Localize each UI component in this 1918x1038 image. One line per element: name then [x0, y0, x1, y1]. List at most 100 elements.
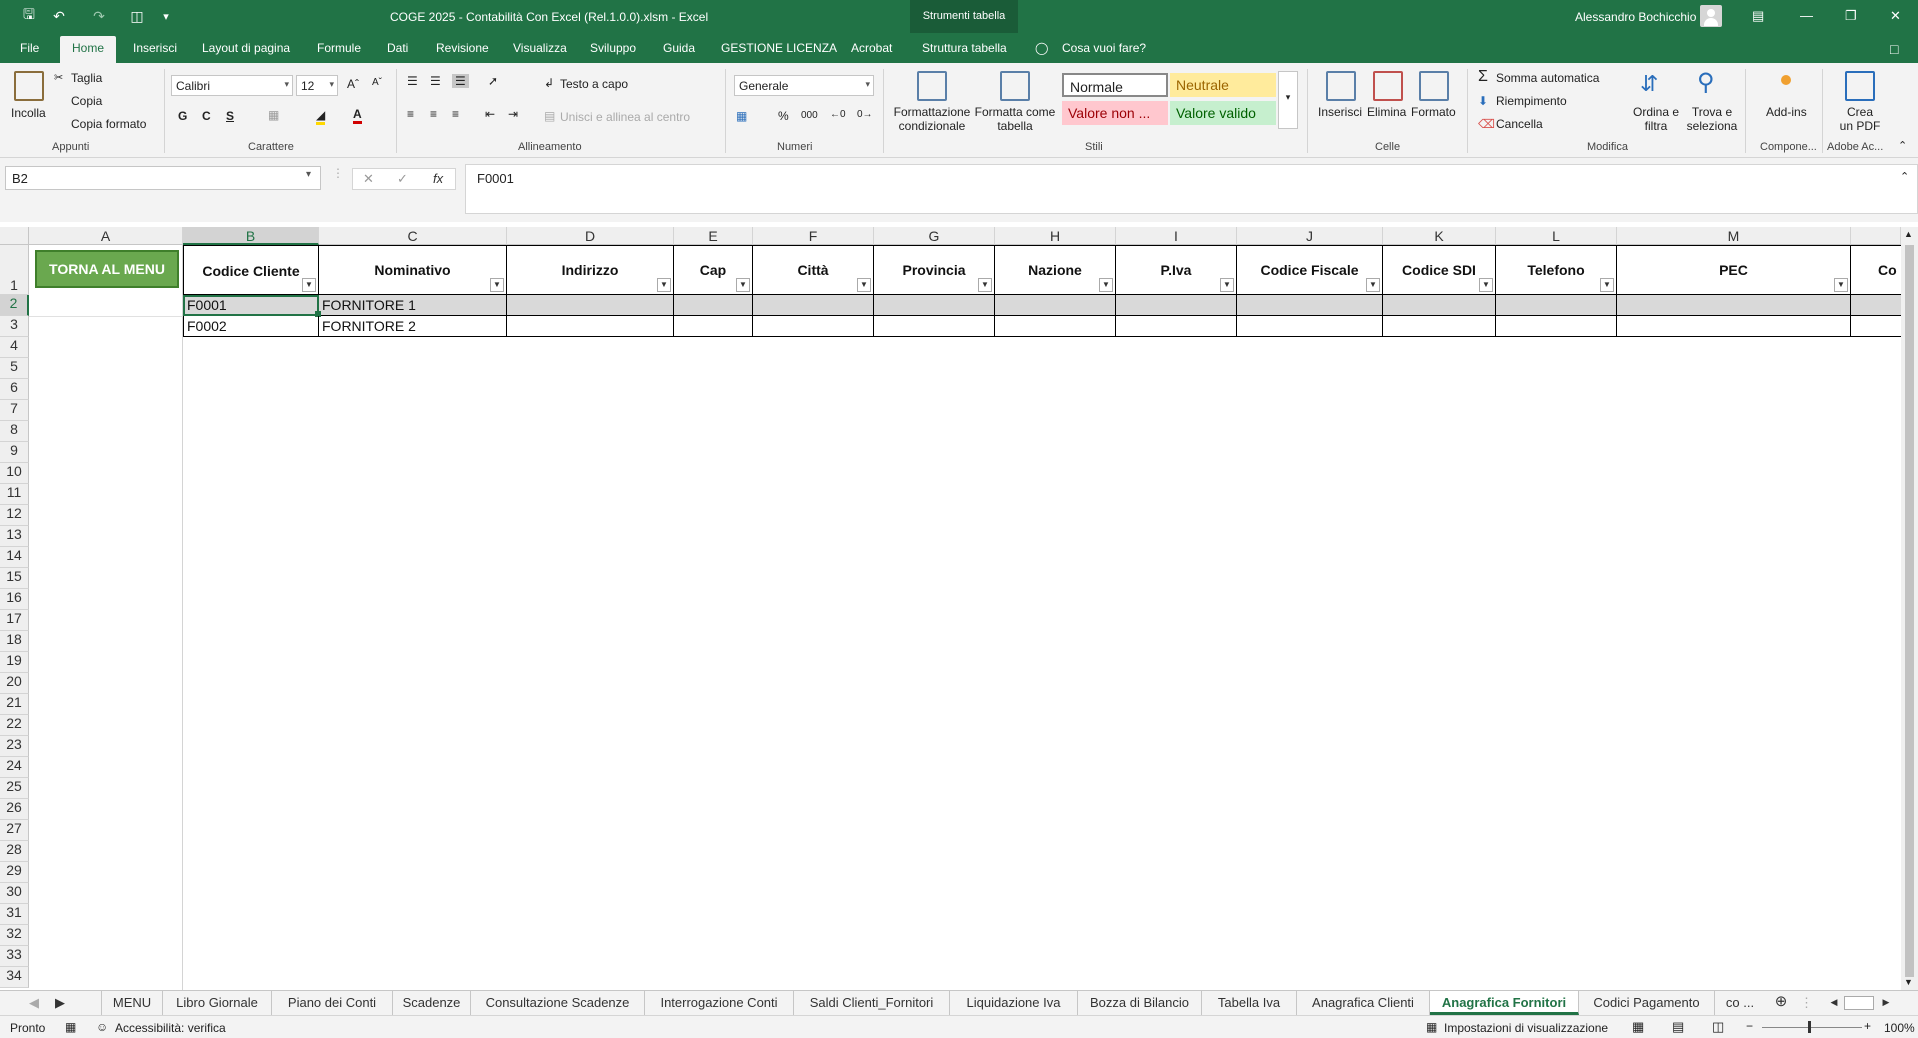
cell[interactable]	[874, 316, 995, 337]
decrease-indent-icon[interactable]: ⇤	[485, 107, 495, 121]
sheet-tab-active[interactable]: Anagrafica Fornitori	[1430, 991, 1579, 1015]
table-header-codice-cliente[interactable]: Codice Cliente ▼	[183, 245, 319, 295]
cell[interactable]	[1617, 316, 1851, 337]
row-header[interactable]: 29	[0, 862, 29, 883]
row-header[interactable]: 10	[0, 463, 29, 484]
row-header[interactable]: 27	[0, 820, 29, 841]
restore-icon[interactable]: ❐	[1845, 8, 1857, 24]
column-header-c[interactable]: C	[319, 227, 507, 245]
user-name[interactable]: Alessandro Bochicchio	[1575, 10, 1696, 24]
cell-b2[interactable]: F0001	[183, 295, 319, 316]
scroll-up-icon[interactable]: ▲	[1904, 229, 1913, 239]
filter-dropdown-icon[interactable]: ▼	[302, 278, 316, 292]
table-header-piva[interactable]: P.Iva ▼	[1116, 245, 1237, 295]
cell[interactable]	[1237, 295, 1383, 316]
sheet-tab[interactable]: Scadenze	[393, 991, 471, 1015]
currency-icon[interactable]: ▦	[736, 109, 747, 123]
enter-icon[interactable]: ✓	[397, 171, 408, 187]
row-header[interactable]: 34	[0, 967, 29, 988]
font-color-icon[interactable]: A	[353, 107, 362, 124]
row-header[interactable]: 15	[0, 568, 29, 589]
filter-dropdown-icon[interactable]: ▼	[1834, 278, 1848, 292]
row-header[interactable]: 20	[0, 673, 29, 694]
column-header-j[interactable]: J	[1237, 227, 1383, 245]
row-header[interactable]: 7	[0, 400, 29, 421]
cancel-icon[interactable]: ✕	[363, 171, 374, 187]
row-header[interactable]: 9	[0, 442, 29, 463]
filter-dropdown-icon[interactable]: ▼	[1479, 278, 1493, 292]
autosum-button[interactable]: Somma automatica	[1496, 71, 1599, 85]
page-break-view-icon[interactable]: ◫	[1712, 1019, 1724, 1035]
tab-home[interactable]: Home	[60, 36, 117, 63]
style-bad[interactable]: Valore non ...	[1062, 101, 1168, 125]
filter-dropdown-icon[interactable]: ▼	[490, 278, 504, 292]
insert-function-icon[interactable]: fx	[433, 171, 443, 186]
accessibility-status[interactable]: Accessibilità: verifica	[115, 1021, 226, 1035]
row-header[interactable]: 6	[0, 379, 29, 400]
cell[interactable]	[874, 295, 995, 316]
formula-input[interactable]: F0001	[465, 164, 1918, 214]
tab-view[interactable]: Visualizza	[513, 41, 567, 55]
horizontal-scroll-thumb[interactable]	[1844, 996, 1874, 1010]
fill-button[interactable]: Riempimento	[1496, 94, 1567, 108]
column-header-h[interactable]: H	[995, 227, 1116, 245]
tab-splitter-icon[interactable]: ⋮	[1800, 991, 1813, 1015]
tab-file[interactable]: File	[20, 41, 39, 55]
fill-color-icon[interactable]: ◢	[316, 108, 326, 125]
row-header[interactable]: 18	[0, 631, 29, 652]
sheet-tab[interactable]: MENU	[101, 991, 163, 1015]
cell[interactable]	[1116, 316, 1237, 337]
vertical-scrollbar[interactable]: ▲ ▼	[1901, 227, 1918, 990]
cell[interactable]	[674, 295, 753, 316]
redo-icon[interactable]: ↷	[88, 6, 110, 26]
sheet-tab[interactable]: Libro Giornale	[163, 991, 272, 1015]
zoom-in-icon[interactable]: +	[1864, 1019, 1871, 1033]
style-neutral[interactable]: Neutrale	[1170, 73, 1276, 97]
prev-sheet-icon[interactable]: ◀	[24, 991, 44, 1015]
row-header[interactable]: 28	[0, 841, 29, 862]
filter-dropdown-icon[interactable]: ▼	[657, 278, 671, 292]
sheet-tab[interactable]: Saldi Clienti_Fornitori	[794, 991, 950, 1015]
tab-review[interactable]: Revisione	[436, 41, 489, 55]
tab-table-design[interactable]: Struttura tabella	[922, 41, 1007, 55]
cell[interactable]	[1496, 316, 1617, 337]
row-header[interactable]: 16	[0, 589, 29, 610]
column-header-l[interactable]: L	[1496, 227, 1617, 245]
sheet-tab[interactable]: Anagrafica Clienti	[1297, 991, 1430, 1015]
normal-view-icon[interactable]: ▦	[1632, 1019, 1644, 1035]
hscroll-right-icon[interactable]: ▶	[1878, 991, 1894, 1015]
align-center-icon[interactable]: ≡	[430, 107, 437, 121]
cell[interactable]	[507, 295, 674, 316]
column-header-a[interactable]: A	[29, 227, 183, 245]
row-header[interactable]: 5	[0, 358, 29, 379]
cell-c2[interactable]: FORNITORE 1	[319, 295, 507, 316]
row-header[interactable]: 26	[0, 799, 29, 820]
borders-icon[interactable]: ▦	[268, 108, 279, 122]
row-header[interactable]: 21	[0, 694, 29, 715]
filter-dropdown-icon[interactable]: ▼	[978, 278, 992, 292]
column-header-n[interactable]	[1851, 227, 1901, 245]
ribbon-display-icon[interactable]: ▤	[1752, 8, 1764, 24]
table-header-codice-sdi[interactable]: Codice SDI ▼	[1383, 245, 1496, 295]
tab-acrobat[interactable]: Acrobat	[851, 41, 892, 55]
cell[interactable]	[1237, 316, 1383, 337]
decrease-decimal-icon[interactable]: 0→	[857, 109, 873, 120]
table-header-citta[interactable]: Città ▼	[753, 245, 874, 295]
style-good[interactable]: Valore valido	[1170, 101, 1276, 125]
close-icon[interactable]: ✕	[1890, 8, 1901, 24]
cell-b3[interactable]: F0002	[183, 316, 319, 337]
column-header-m[interactable]: M	[1617, 227, 1851, 245]
cell-c3[interactable]: FORNITORE 2	[319, 316, 507, 337]
cell[interactable]	[995, 295, 1116, 316]
cell[interactable]	[1496, 295, 1617, 316]
table-header-cap[interactable]: Cap ▼	[674, 245, 753, 295]
column-header-b[interactable]: B	[183, 227, 319, 245]
thousands-button[interactable]: 000	[801, 110, 818, 121]
merge-center-button[interactable]: Unisci e allinea al centro	[560, 110, 690, 124]
hscroll-left-icon[interactable]: ◀	[1826, 991, 1842, 1015]
cut-button[interactable]: Taglia	[71, 71, 102, 85]
styles-more-icon[interactable]: ▾	[1278, 71, 1298, 129]
align-top-icon[interactable]: ☰	[407, 74, 418, 88]
insert-cells-button[interactable]: Inserisci	[1318, 105, 1362, 119]
filter-dropdown-icon[interactable]: ▼	[857, 278, 871, 292]
